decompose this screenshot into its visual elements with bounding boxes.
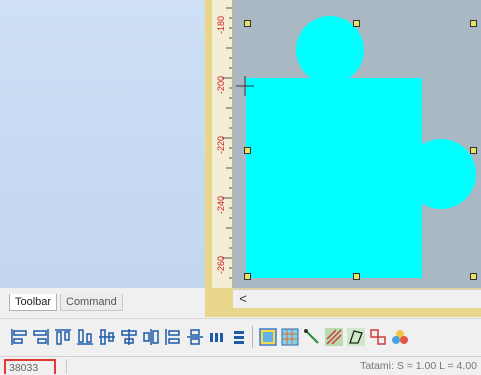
status-tatami: Tatami: S = 1.00 L = 4.00 — [360, 360, 477, 372]
tab-toolbar[interactable]: Toolbar — [9, 294, 58, 311]
ruler-label: -240 — [216, 196, 226, 214]
shape-edit-icon[interactable] — [347, 328, 365, 346]
ruler-ticks: -180 -200 -220 -240 -260 — [216, 7, 232, 279]
handle-middle-left — [244, 147, 251, 154]
handle-bottom-left — [244, 273, 251, 280]
panel-tabs: Toolbar Command — [0, 292, 205, 312]
scroll-left-arrow-icon[interactable]: < — [235, 290, 251, 308]
handle-middle-right — [470, 147, 477, 154]
handle-top-center — [353, 20, 360, 27]
align-left-icon[interactable] — [10, 328, 28, 346]
distribute-vertical-icon[interactable] — [186, 328, 204, 346]
handle-bottom-center — [353, 273, 360, 280]
status-divider — [66, 359, 67, 374]
status-code: 38033 — [4, 359, 56, 374]
color-icon[interactable] — [391, 328, 409, 346]
ruler-label: -200 — [216, 76, 226, 94]
design-canvas[interactable] — [233, 0, 481, 288]
align-center-vertical-icon[interactable] — [120, 328, 138, 346]
node-tool-icon[interactable] — [369, 328, 387, 346]
make-same-width-icon[interactable] — [208, 328, 226, 346]
ruler-label: -180 — [216, 16, 226, 34]
align-center-horizontal-icon[interactable] — [98, 328, 116, 346]
align-middle-icon[interactable] — [142, 328, 160, 346]
distribute-horizontal-icon[interactable] — [164, 328, 182, 346]
ruler-label: -260 — [216, 256, 226, 274]
handle-top-left — [244, 20, 251, 27]
vertical-ruler: -180 -200 -220 -240 -260 — [212, 0, 233, 288]
handle-bottom-right — [470, 273, 477, 280]
puzzle-shape[interactable] — [246, 16, 476, 278]
fill-pattern-icon[interactable] — [325, 328, 343, 346]
status-bar: 38033 Tatami: S = 1.00 L = 4.00 — [0, 356, 481, 375]
align-bottom-icon[interactable] — [76, 328, 94, 346]
align-right-icon[interactable] — [32, 328, 50, 346]
horizontal-scrollbar[interactable]: < — [233, 289, 481, 308]
alignment-toolbar — [0, 318, 481, 355]
line-tool-icon[interactable] — [303, 328, 321, 346]
handle-top-right — [470, 20, 477, 27]
ruler-label: -220 — [216, 136, 226, 154]
select-object-icon[interactable] — [259, 328, 277, 346]
toolbar-separator — [252, 326, 253, 348]
left-panel — [0, 0, 206, 288]
grid-icon[interactable] — [281, 328, 299, 346]
make-same-height-icon[interactable] — [230, 328, 248, 346]
tab-command[interactable]: Command — [60, 294, 123, 311]
align-top-icon[interactable] — [54, 328, 72, 346]
